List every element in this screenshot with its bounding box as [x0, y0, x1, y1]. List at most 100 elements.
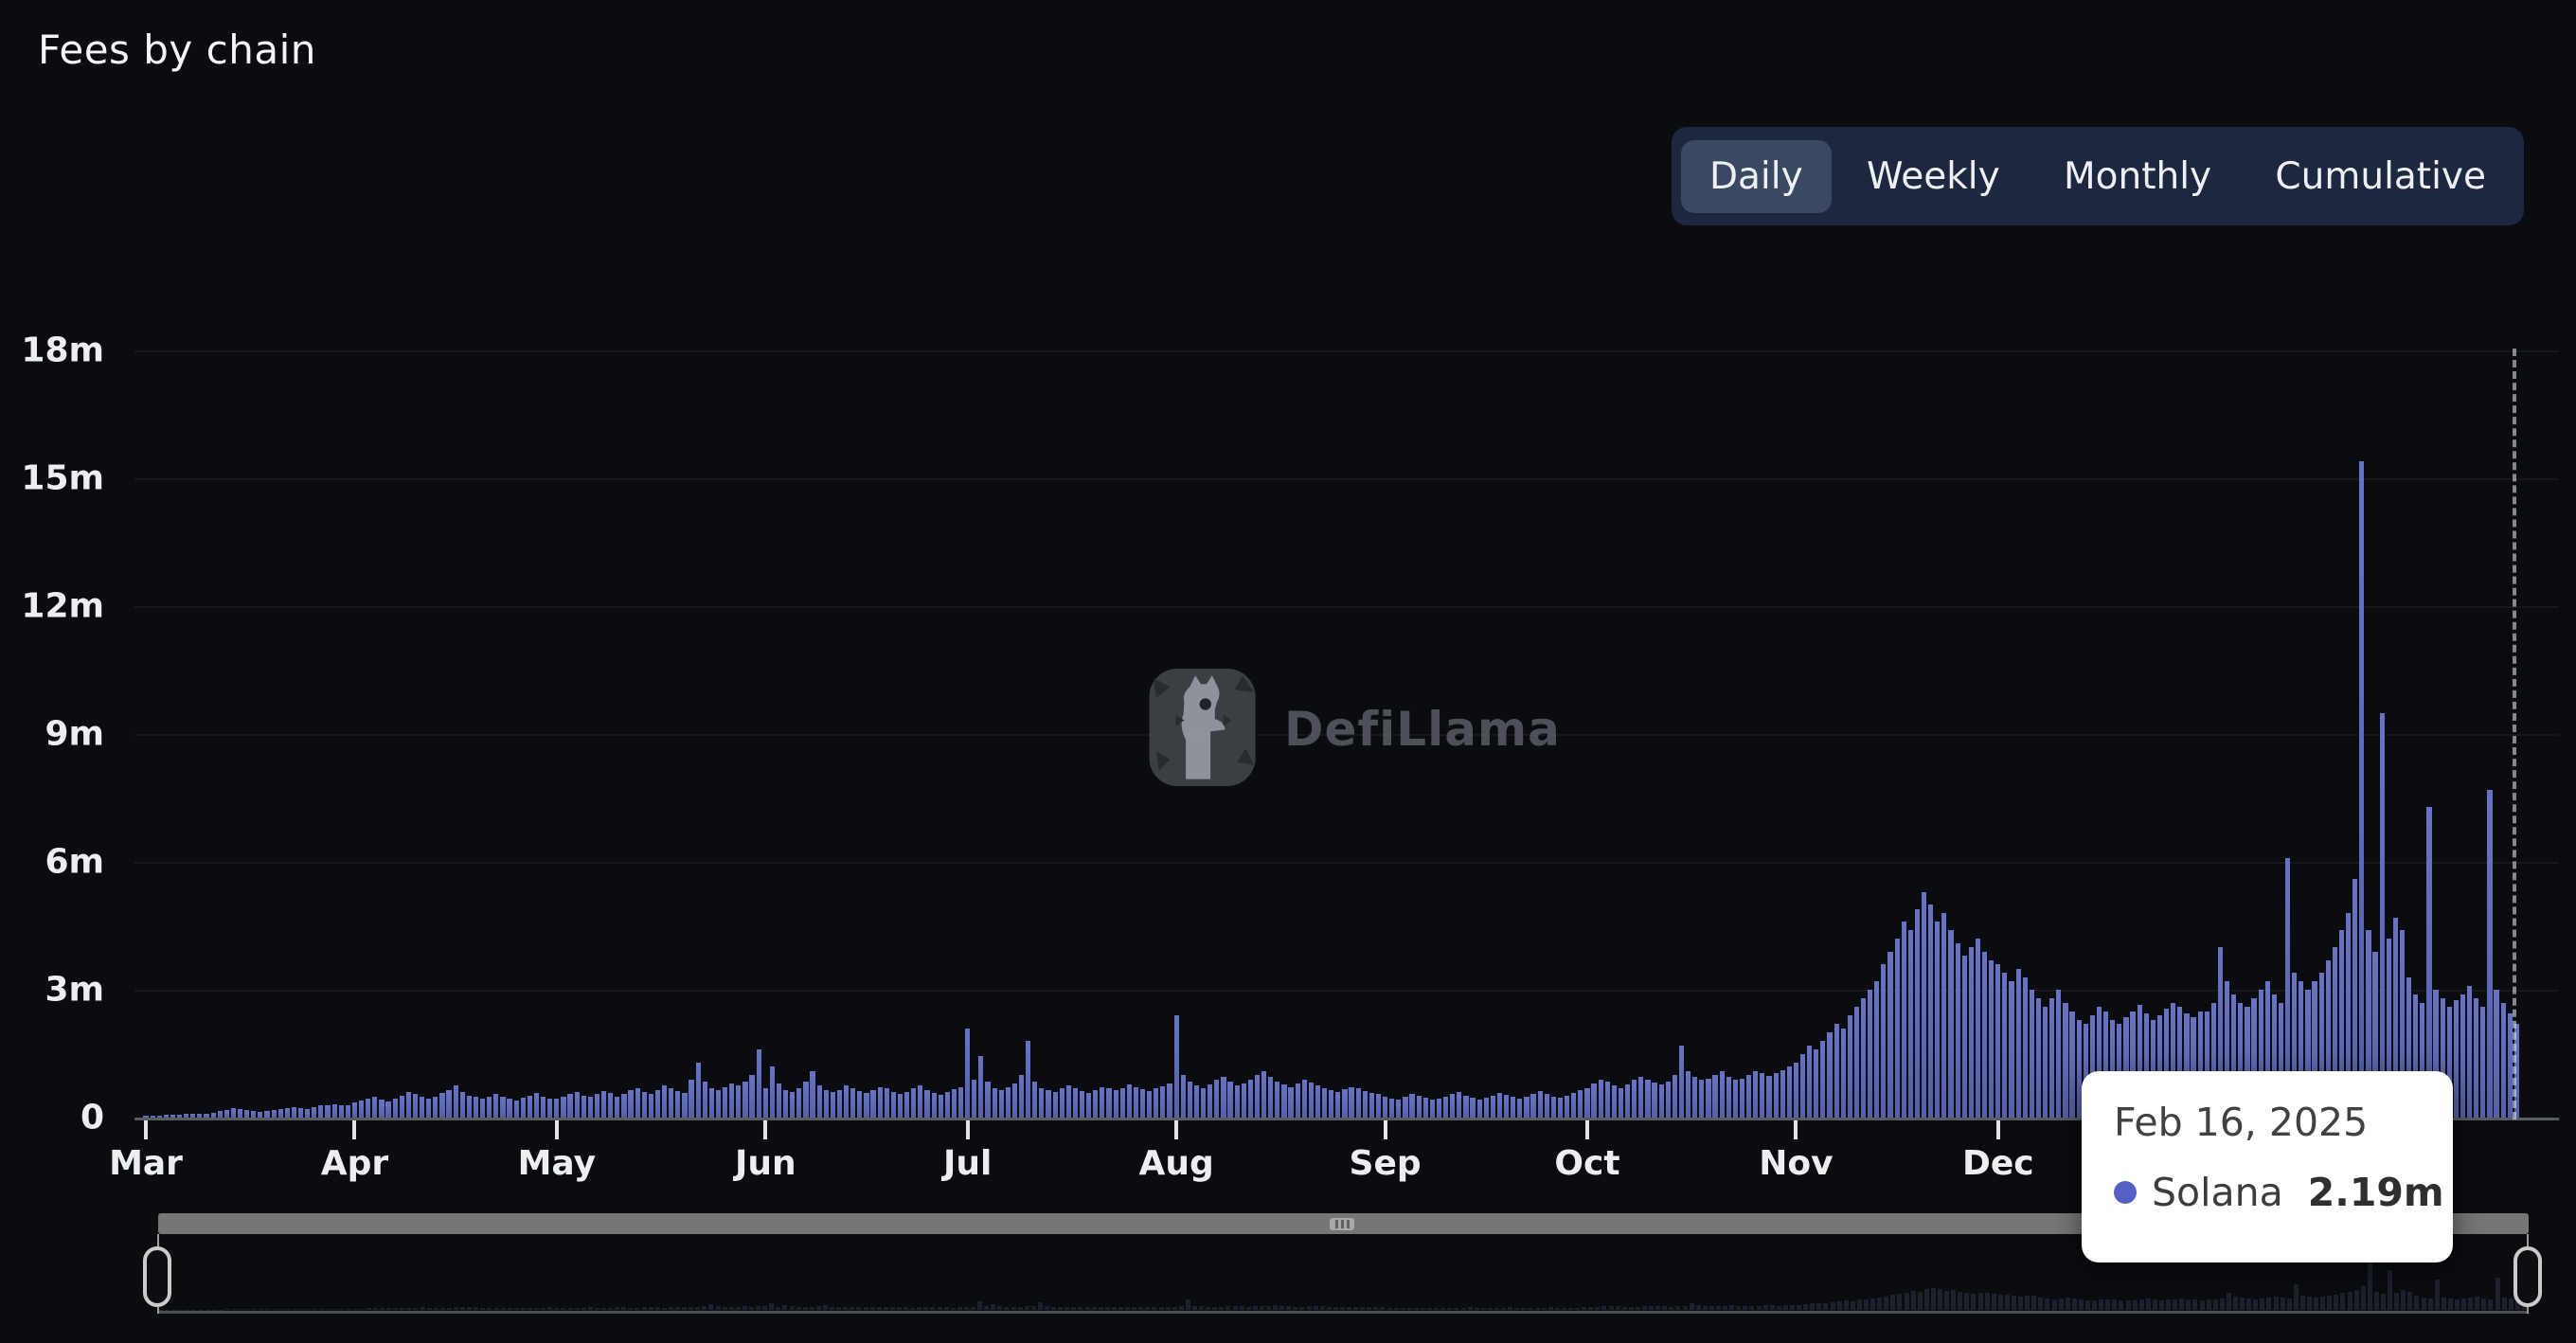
bar[interactable]: [1322, 1087, 1328, 1118]
bar[interactable]: [217, 1111, 223, 1118]
bar[interactable]: [305, 1108, 311, 1118]
slider-grip-handle[interactable]: [1330, 1218, 1354, 1230]
bar[interactable]: [1154, 1088, 1159, 1118]
bar[interactable]: [1470, 1098, 1476, 1118]
bar[interactable]: [1349, 1086, 1354, 1118]
bar[interactable]: [1672, 1075, 1677, 1118]
bar[interactable]: [433, 1096, 438, 1118]
bar[interactable]: [1483, 1098, 1489, 1118]
bar[interactable]: [453, 1085, 458, 1118]
bar[interactable]: [823, 1089, 829, 1118]
bar[interactable]: [1739, 1078, 1745, 1118]
bar[interactable]: [1665, 1081, 1671, 1118]
bar[interactable]: [561, 1096, 566, 1118]
bar[interactable]: [1389, 1098, 1395, 1118]
bar[interactable]: [2467, 985, 2473, 1118]
bar[interactable]: [1557, 1098, 1564, 1118]
bar[interactable]: [1208, 1083, 1213, 1118]
bar[interactable]: [897, 1094, 903, 1118]
bar[interactable]: [1686, 1070, 1691, 1118]
bar[interactable]: [554, 1098, 560, 1118]
bar[interactable]: [230, 1108, 237, 1118]
bar[interactable]: [1119, 1087, 1125, 1118]
bar[interactable]: [487, 1096, 492, 1118]
bar[interactable]: [2009, 981, 2014, 1118]
bar[interactable]: [345, 1105, 350, 1118]
bar[interactable]: [615, 1096, 620, 1118]
bar[interactable]: [641, 1092, 647, 1118]
bar[interactable]: [1941, 913, 1947, 1118]
bar[interactable]: [669, 1087, 674, 1118]
bar[interactable]: [776, 1083, 782, 1118]
bar[interactable]: [1254, 1075, 1261, 1118]
bar[interactable]: [312, 1107, 317, 1118]
bar[interactable]: [412, 1094, 419, 1118]
bar[interactable]: [695, 1062, 701, 1118]
bar[interactable]: [466, 1095, 472, 1118]
bar[interactable]: [1187, 1081, 1192, 1118]
bar[interactable]: [1719, 1071, 1725, 1118]
bar[interactable]: [931, 1092, 937, 1118]
bar[interactable]: [1699, 1080, 1705, 1118]
bar[interactable]: [601, 1091, 607, 1118]
bar[interactable]: [1139, 1089, 1146, 1118]
bar[interactable]: [749, 1075, 755, 1118]
bar[interactable]: [911, 1088, 917, 1118]
bar[interactable]: [2002, 973, 2008, 1118]
bar[interactable]: [1537, 1091, 1543, 1118]
bar[interactable]: [1214, 1080, 1220, 1118]
bar[interactable]: [628, 1089, 634, 1118]
bar[interactable]: [1409, 1094, 1415, 1118]
bar[interactable]: [1827, 1032, 1833, 1118]
bar[interactable]: [1436, 1098, 1442, 1118]
bar[interactable]: [1026, 1041, 1031, 1118]
bar[interactable]: [1011, 1083, 1018, 1118]
bar[interactable]: [1847, 1015, 1852, 1118]
bar[interactable]: [2453, 1000, 2459, 1118]
bar[interactable]: [1712, 1075, 1718, 1118]
bar[interactable]: [992, 1087, 997, 1118]
bar[interactable]: [944, 1092, 950, 1118]
bar[interactable]: [2035, 998, 2042, 1118]
bar[interactable]: [1275, 1081, 1280, 1118]
bar[interactable]: [1180, 1075, 1186, 1118]
bar[interactable]: [803, 1081, 809, 1118]
bar[interactable]: [1086, 1092, 1092, 1118]
bar[interactable]: [1281, 1083, 1287, 1118]
bar[interactable]: [284, 1108, 290, 1118]
bar[interactable]: [1807, 1045, 1813, 1118]
bar[interactable]: [1874, 981, 1880, 1118]
bar[interactable]: [507, 1099, 512, 1118]
bar[interactable]: [1241, 1083, 1246, 1118]
bar[interactable]: [1638, 1077, 1644, 1118]
bar[interactable]: [816, 1085, 822, 1118]
bar[interactable]: [1989, 959, 1995, 1118]
bar[interactable]: [1907, 930, 1913, 1118]
bar[interactable]: [1955, 942, 1960, 1118]
bar[interactable]: [702, 1081, 707, 1118]
bar[interactable]: [1524, 1096, 1530, 1118]
bar[interactable]: [1422, 1098, 1428, 1118]
bar[interactable]: [1928, 904, 1934, 1118]
slider-left-handle[interactable]: [143, 1246, 171, 1307]
bar[interactable]: [325, 1104, 331, 1118]
bar[interactable]: [533, 1092, 540, 1118]
bar[interactable]: [1894, 939, 1900, 1118]
bar[interactable]: [736, 1085, 742, 1118]
bar[interactable]: [251, 1111, 257, 1118]
bar[interactable]: [405, 1092, 411, 1118]
bar[interactable]: [2042, 1007, 2048, 1118]
bar[interactable]: [1200, 1087, 1207, 1118]
bar[interactable]: [1571, 1092, 1577, 1118]
bar[interactable]: [621, 1094, 627, 1118]
bar[interactable]: [796, 1087, 802, 1118]
bar[interactable]: [1975, 939, 1981, 1118]
bar[interactable]: [1173, 1015, 1179, 1118]
bar[interactable]: [662, 1085, 668, 1118]
bar[interactable]: [2069, 1011, 2075, 1118]
bar[interactable]: [783, 1089, 789, 1118]
bar[interactable]: [1018, 1075, 1025, 1118]
bar[interactable]: [1881, 964, 1887, 1118]
bar[interactable]: [581, 1095, 586, 1118]
bar[interactable]: [480, 1098, 486, 1118]
